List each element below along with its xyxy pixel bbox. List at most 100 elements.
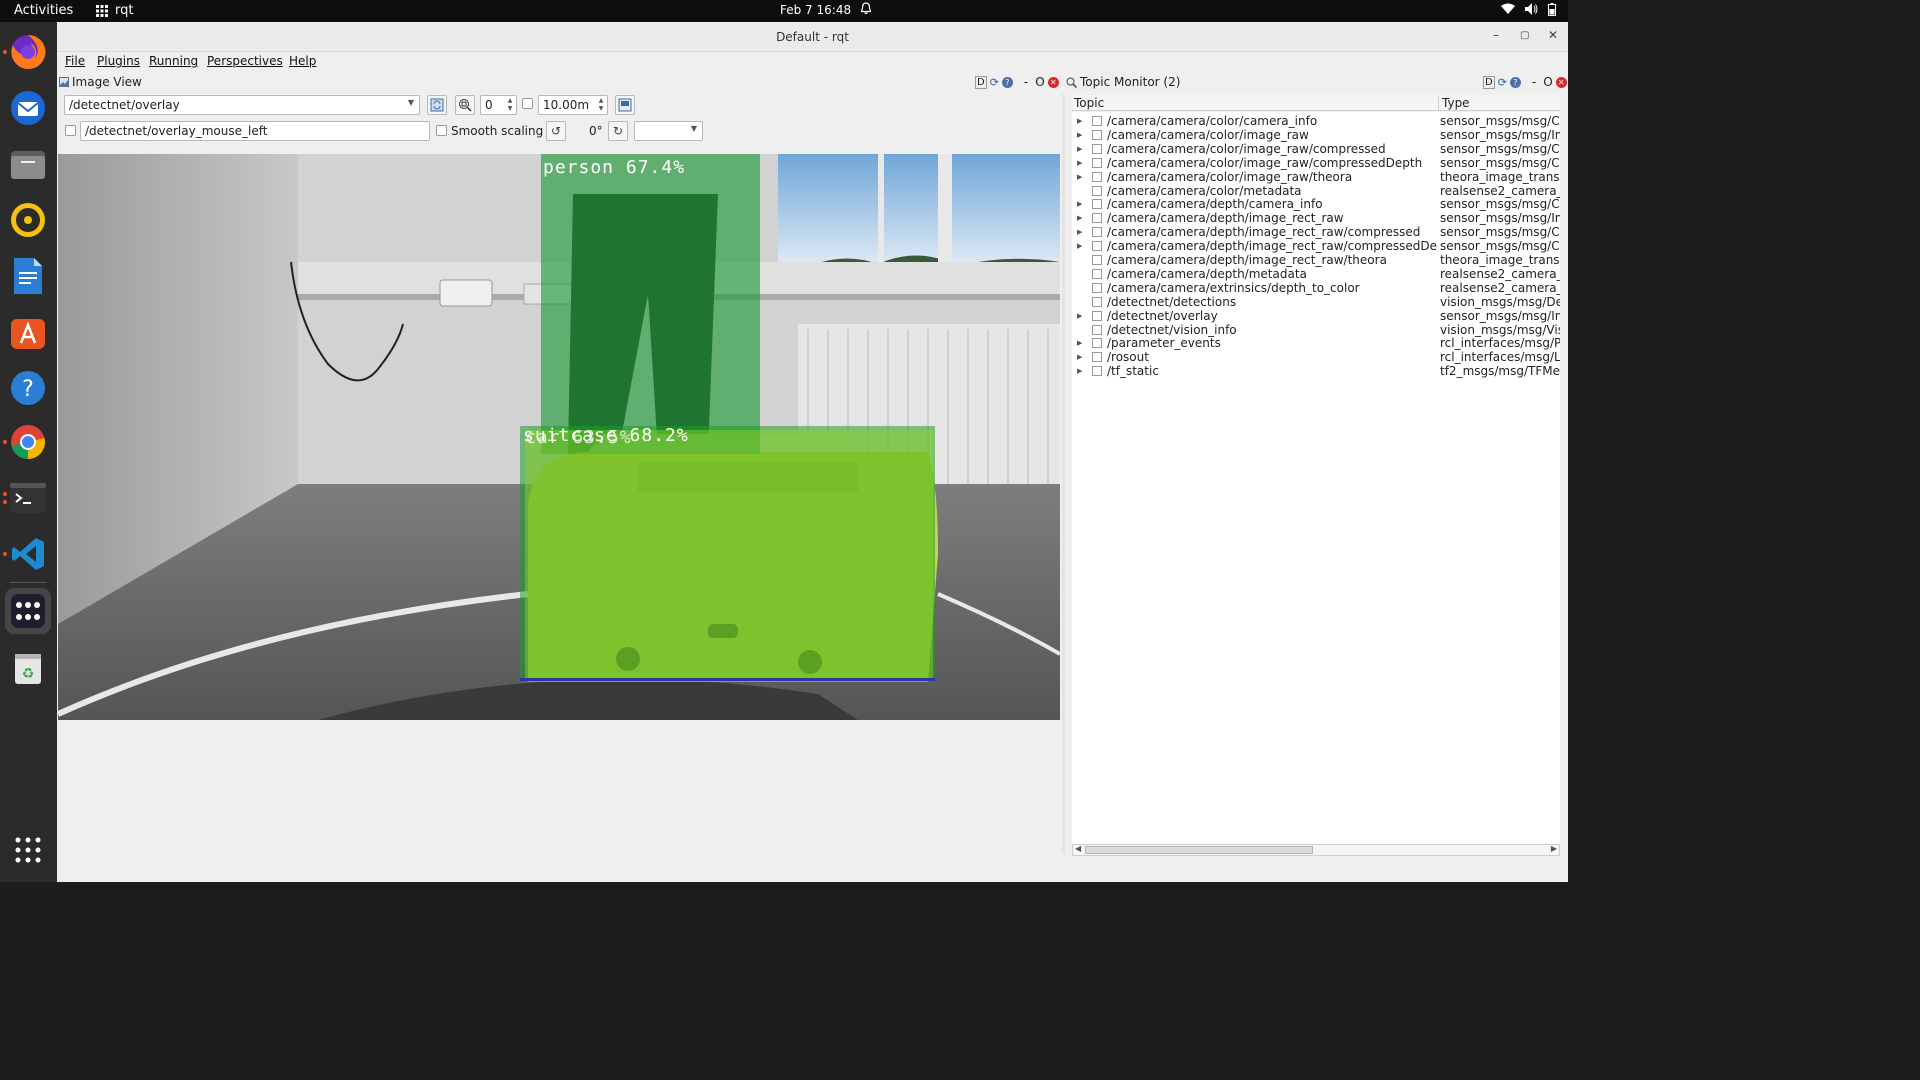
topic-checkbox[interactable] — [1092, 268, 1102, 279]
topic-checkbox[interactable] — [1092, 366, 1102, 377]
expand-arrow-icon[interactable]: ▶ — [1077, 239, 1082, 253]
menu-running[interactable]: Running — [149, 54, 198, 68]
topic-monitor-reload-icon[interactable]: ⟳ — [1498, 76, 1507, 89]
expand-arrow-icon[interactable]: ▶ — [1077, 156, 1082, 170]
topic-checkbox[interactable] — [1092, 296, 1102, 307]
topic-monitor-dock-button[interactable]: D — [1483, 75, 1495, 89]
system-tray[interactable] — [1501, 3, 1556, 16]
topic-row[interactable]: ▶ /camera/camera/depth/image_rect_raw sens… — [1072, 211, 1560, 225]
topic-select[interactable]: /detectnet/overlay ▼ — [64, 95, 420, 115]
close-window-button[interactable]: ✕ — [1548, 28, 1558, 42]
maximize-button[interactable]: ▢ — [1520, 30, 1529, 41]
menu-help[interactable]: Help — [289, 54, 316, 68]
topic-checkbox[interactable] — [1092, 116, 1102, 126]
scroll-right-icon[interactable]: ▶ — [1551, 844, 1557, 853]
scroll-left-icon[interactable]: ◀ — [1075, 844, 1081, 853]
topic-row[interactable]: ▶ /camera/camera/color/image_raw sensor_ms… — [1072, 128, 1560, 142]
rhythmbox-icon[interactable] — [8, 200, 48, 240]
expand-arrow-icon[interactable]: ▶ — [1077, 350, 1082, 364]
expand-arrow-icon[interactable]: ▶ — [1077, 211, 1082, 225]
clock[interactable]: Feb 7 16:48 — [780, 3, 851, 17]
expand-arrow-icon[interactable]: ▶ — [1077, 336, 1082, 350]
expand-arrow-icon[interactable]: ▶ — [1077, 364, 1082, 378]
topic-row[interactable]: ▶ /parameter_events rcl_interfaces/msg/Pa — [1072, 336, 1560, 350]
max-depth-spinbox[interactable]: 10.00m ▲ ▼ — [538, 95, 608, 115]
topic-row[interactable]: /camera/camera/extrinsics/depth_to_color… — [1072, 281, 1560, 295]
topic-checkbox[interactable] — [1092, 255, 1102, 265]
topic-row[interactable]: /camera/camera/color/metadata realsense2_… — [1072, 184, 1560, 198]
topic-monitor-help-icon[interactable]: ? — [1509, 76, 1521, 88]
topic-checkbox[interactable] — [1092, 241, 1102, 252]
rotate-left-button[interactable]: ↺ — [546, 121, 566, 141]
topic-checkbox[interactable] — [1092, 310, 1102, 321]
terminal-icon[interactable] — [8, 478, 48, 518]
image-view-help-icon[interactable]: ? — [1001, 76, 1013, 88]
expand-arrow-icon[interactable]: ▶ — [1077, 128, 1082, 142]
image-view-reload-icon[interactable]: ⟳ — [990, 76, 999, 89]
topic-row[interactable]: ▶ /camera/camera/depth/image_rect_raw/com… — [1072, 225, 1560, 239]
writer-icon[interactable] — [8, 256, 48, 296]
firefox-icon[interactable] — [8, 32, 48, 72]
vscode-icon[interactable] — [8, 534, 48, 574]
topic-checkbox[interactable] — [1092, 129, 1102, 140]
panel-splitter[interactable] — [1062, 94, 1065, 854]
smooth-scaling-checkbox[interactable] — [436, 125, 447, 136]
topic-row[interactable]: ▶ /rosout rcl_interfaces/msg/Lo — [1072, 350, 1560, 364]
column-header-type[interactable]: Type — [1438, 96, 1470, 111]
chrome-icon[interactable] — [8, 422, 48, 462]
menu-perspectives[interactable]: Perspectives — [207, 54, 283, 68]
topic-table-hscrollbar[interactable]: ◀ ▶ — [1072, 844, 1560, 856]
trash-icon[interactable]: ♻ — [8, 648, 48, 688]
topic-checkbox[interactable] — [1092, 185, 1102, 196]
topic-row[interactable]: ▶ /tf_static tf2_msgs/msg/TFMes — [1072, 364, 1560, 378]
topic-checkbox[interactable] — [1092, 157, 1102, 168]
expand-arrow-icon[interactable]: ▶ — [1077, 197, 1082, 211]
topic-checkbox[interactable] — [1092, 352, 1102, 363]
topic-checkbox[interactable] — [1092, 171, 1102, 182]
topic-row[interactable]: ▶ /camera/camera/color/image_raw/compress… — [1072, 142, 1560, 156]
expand-arrow-icon[interactable]: ▶ — [1077, 225, 1082, 239]
expand-arrow-icon[interactable]: ▶ — [1077, 170, 1082, 184]
minimize-button[interactable]: – — [1493, 28, 1499, 42]
topic-row[interactable]: ▶ /camera/camera/color/image_raw/theora th… — [1072, 170, 1560, 184]
scrollbar-thumb[interactable] — [1085, 846, 1313, 854]
topic-row[interactable]: /camera/camera/depth/image_rect_raw/theo… — [1072, 253, 1560, 267]
notification-bell-icon[interactable] — [860, 2, 872, 18]
zoom-fit-button[interactable] — [455, 95, 475, 115]
topic-row[interactable]: ▶ /camera/camera/depth/camera_info sensor_… — [1072, 197, 1560, 211]
topic-checkbox[interactable] — [1092, 213, 1102, 224]
topic-checkbox[interactable] — [1092, 282, 1102, 293]
save-image-button[interactable] — [615, 95, 635, 115]
camera-image[interactable]: person 67.4% suitcase 68.2% car 63.5% — [58, 154, 1060, 720]
topic-monitor-float-button[interactable]: O — [1543, 75, 1552, 89]
app-menu[interactable]: rqt — [96, 3, 133, 18]
topic-monitor-hide-button[interactable]: - — [1532, 75, 1536, 89]
topic-checkbox[interactable] — [1092, 227, 1102, 238]
column-header-topic[interactable]: Topic — [1074, 96, 1104, 110]
topic-row[interactable]: ▶ /camera/camera/color/camera_info sensor_… — [1072, 114, 1560, 128]
topic-row[interactable]: /detectnet/vision_info vision_msgs/msg/Vi… — [1072, 323, 1560, 337]
thunderbird-icon[interactable] — [8, 88, 48, 128]
color-scheme-select[interactable]: ▼ — [634, 121, 703, 141]
max-depth-checkbox[interactable] — [522, 98, 533, 109]
help-icon[interactable]: ? — [8, 368, 48, 408]
topic-checkbox[interactable] — [1092, 143, 1102, 154]
expand-arrow-icon[interactable]: ▶ — [1077, 142, 1082, 156]
image-view-float-button[interactable]: O — [1035, 75, 1044, 89]
image-view-close-icon[interactable]: ✕ — [1047, 76, 1059, 88]
rotate-right-button[interactable]: ↻ — [608, 121, 628, 141]
topic-row[interactable]: /camera/camera/depth/metadata realsense2_… — [1072, 267, 1560, 281]
show-apps-icon[interactable] — [8, 830, 48, 870]
expand-arrow-icon[interactable]: ▶ — [1077, 114, 1082, 128]
publish-mouse-checkbox[interactable] — [65, 125, 76, 136]
activities-button[interactable]: Activities — [14, 3, 73, 18]
expand-arrow-icon[interactable]: ▶ — [1077, 309, 1082, 323]
topic-row[interactable]: ▶ /camera/camera/color/image_raw/compress… — [1072, 156, 1560, 170]
zoom-spinbox[interactable]: 0 ▲ ▼ — [480, 95, 517, 115]
window-titlebar[interactable]: Default - rqt – ▢ ✕ — [57, 22, 1568, 52]
files-icon[interactable] — [8, 144, 48, 184]
image-view-dock-button[interactable]: D — [975, 75, 987, 89]
apps-grid-icon[interactable] — [5, 588, 51, 634]
topic-row[interactable]: ▶ /detectnet/overlay sensor_msgs/msg/Im — [1072, 309, 1560, 323]
software-icon[interactable] — [8, 312, 48, 352]
